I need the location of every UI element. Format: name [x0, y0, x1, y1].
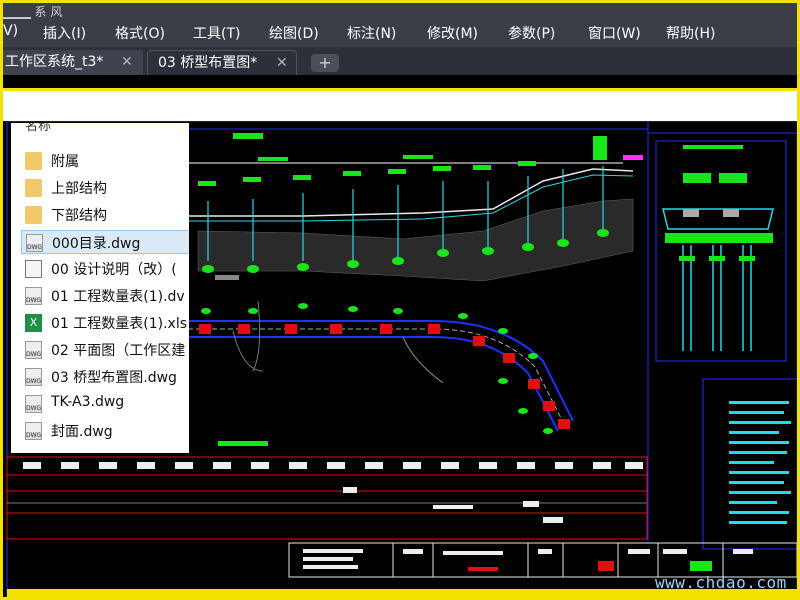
tab-label: 03 桥型布置图* — [158, 55, 258, 71]
dwg-file-icon: DWG — [26, 234, 43, 252]
menu-format[interactable]: 格式(O) — [115, 23, 165, 43]
menu-window[interactable]: 窗口(W) — [588, 23, 641, 43]
folder-icon — [25, 152, 42, 170]
menu-parameters[interactable]: 参数(P) — [508, 23, 555, 43]
tab-workspace-system[interactable]: 工作区系统_t3* ✕ — [3, 50, 143, 75]
scale-bar — [215, 275, 239, 280]
folder-icon — [25, 179, 42, 197]
dwg-file-icon: DWG — [25, 341, 42, 359]
file-item-label: TK-A3.dwg — [51, 394, 125, 410]
file-item-doc[interactable]: 00 设计说明（改）( — [21, 257, 189, 281]
file-item-dwg[interactable]: DWG TK-A3.dwg — [21, 392, 189, 416]
file-item-xls[interactable]: X 01 工程数量表(1).xls — [21, 311, 189, 335]
tab-label: 工作区系统_t3* — [5, 54, 104, 70]
file-item-label: 03 桥型布置图.dwg — [51, 370, 177, 386]
file-item-dwg[interactable]: DWG 02 平面图（工作区建 — [21, 338, 189, 362]
menu-tools[interactable]: 工具(T) — [193, 23, 240, 43]
file-item-folder[interactable]: 上部结构 — [21, 176, 189, 200]
road-edge — [188, 336, 559, 432]
menu-view[interactable]: V) — [3, 23, 18, 39]
tab-close-icon[interactable]: ✕ — [121, 50, 133, 75]
file-item-label: 02 平面图（工作区建 — [51, 343, 186, 359]
file-item-folder[interactable]: 附属 — [21, 149, 189, 173]
section-title — [683, 145, 743, 149]
ramp-line — [402, 336, 444, 384]
ribbon-panel — [3, 91, 797, 121]
elevation-view — [188, 133, 643, 282]
menu-modify[interactable]: 修改(M) — [427, 23, 478, 43]
girder-outline — [662, 208, 774, 230]
folder-icon — [25, 206, 42, 224]
cross-section-view — [655, 140, 787, 362]
dwg-file-icon: DWG — [25, 287, 42, 305]
label-block — [233, 133, 263, 139]
profile-data-table — [6, 441, 648, 540]
dwg-file-icon: DWG — [25, 368, 42, 386]
window-frame: ▁▁▁ 系 风 V) 插入(I) 格式(O) 工具(T) 绘图(D) 标注(N)… — [0, 0, 800, 600]
file-item-folder[interactable]: 下部结构 — [21, 203, 189, 227]
menu-help[interactable]: 帮助(H) — [666, 23, 715, 43]
title-block — [288, 542, 797, 578]
dwg-file-icon: DWG — [25, 422, 42, 440]
file-item-dwg[interactable]: DWG 封面.dwg — [21, 419, 189, 443]
tab-close-icon[interactable]: ✕ — [276, 51, 288, 76]
file-list-panel: 名称 附属 上部结构 下部结构 DWG 000目录.dwg 00 设计说明（改）… — [11, 123, 189, 453]
file-item-dwg[interactable]: DWG 000目录.dwg — [21, 230, 189, 254]
plan-view — [188, 300, 574, 434]
file-item-label: 01 工程数量表(1).dv — [51, 289, 185, 305]
excel-file-icon: X — [25, 314, 42, 332]
file-item-label: 000目录.dwg — [52, 236, 141, 252]
center-line — [188, 328, 566, 427]
ground-hatch — [197, 198, 634, 282]
menu-draw[interactable]: 绘图(D) — [269, 23, 319, 43]
menu-insert[interactable]: 插入(I) — [43, 23, 86, 43]
dwg-file-icon: DWG — [25, 395, 42, 413]
menu-bar: ▁▁▁ 系 风 V) 插入(I) 格式(O) 工具(T) 绘图(D) 标注(N)… — [3, 3, 797, 47]
file-item-dwg[interactable]: DWG 03 桥型布置图.dwg — [21, 365, 189, 389]
notes-panel — [702, 378, 797, 550]
pier-cap — [665, 233, 773, 243]
document-tab-bar: 工作区系统_t3* ✕ 03 桥型布置图* ✕ — [3, 47, 797, 75]
file-item-dwg[interactable]: DWG 01 工程数量表(1).dv — [21, 284, 189, 308]
file-item-label: 01 工程数量表(1).xls — [51, 316, 188, 332]
file-item-label: 附属 — [51, 154, 79, 170]
file-item-label: 上部结构 — [51, 181, 107, 197]
tab-bridge-layout[interactable]: 03 桥型布置图* ✕ — [147, 50, 297, 75]
word-file-icon — [25, 260, 42, 278]
menu-dimension[interactable]: 标注(N) — [347, 23, 396, 43]
label-block — [593, 136, 607, 160]
file-item-label: 下部结构 — [51, 208, 107, 224]
arrow-mark — [623, 155, 643, 160]
file-item-label: 00 设计说明（改）( — [51, 262, 177, 278]
column-header-name[interactable]: 名称 — [25, 123, 51, 134]
watermark: www.chdao.com — [655, 573, 787, 592]
new-tab-button[interactable]: + — [311, 54, 339, 72]
file-item-label: 封面.dwg — [51, 424, 113, 440]
window-title: ▁▁▁ 系 风 — [3, 5, 63, 19]
